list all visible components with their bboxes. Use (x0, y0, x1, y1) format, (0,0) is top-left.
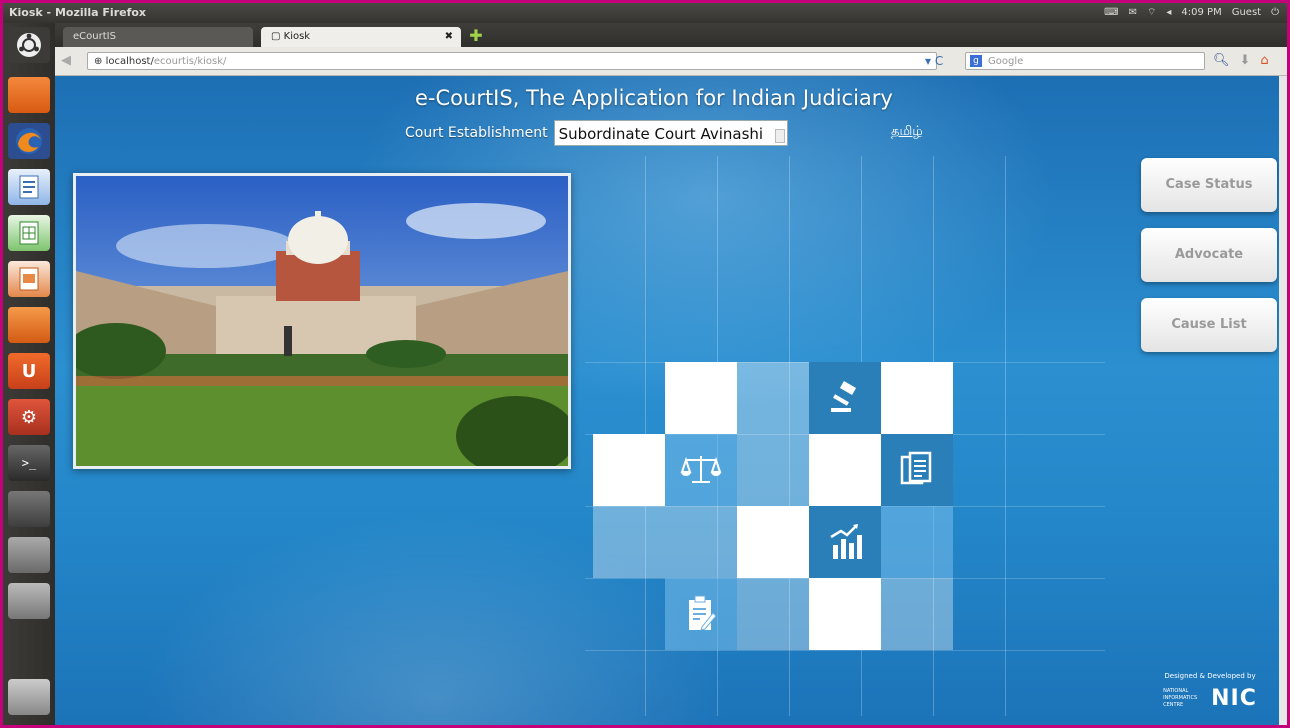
impress-icon[interactable] (8, 261, 50, 297)
terminal-icon[interactable]: >_ (8, 445, 50, 481)
tile (665, 362, 737, 434)
search-input[interactable]: g Google (965, 52, 1205, 70)
search-engine-icon[interactable]: g (970, 55, 982, 67)
chart-icon (830, 524, 862, 559)
tile (593, 434, 665, 506)
tile (593, 506, 665, 578)
close-icon[interactable]: ✖ (445, 27, 453, 47)
user-menu[interactable]: Guest (1232, 3, 1261, 23)
calc-icon[interactable] (8, 215, 50, 251)
reload-icon[interactable]: ▾ C (925, 52, 943, 70)
tile (881, 578, 953, 650)
credit-block: Designed & Developed by NATIONAL INFORMA… (1155, 672, 1265, 711)
tile (737, 434, 809, 506)
credit-org: NATIONAL INFORMATICS CENTRE (1163, 688, 1198, 708)
screen: Kiosk - Mozilla Firefox ⌨ ✉ ⌔ ◂ 4:09 PM … (3, 3, 1287, 725)
mail-icon[interactable]: ✉ (1129, 3, 1137, 23)
nav-bar: ◀ ⊕ localhost/ecourtis/kiosk/ ▾ C g Goog… (55, 47, 1287, 76)
court-select[interactable]: Subordinate Court Avinashi (553, 120, 788, 146)
documents-icon (900, 451, 932, 485)
tab-label: eCourtIS (73, 31, 116, 42)
cause-list-button[interactable]: Cause List (1141, 298, 1277, 352)
gavel-icon (831, 381, 857, 412)
ubuntu-icon[interactable] (8, 27, 50, 63)
tile-scales[interactable] (665, 434, 737, 506)
globe-icon: ⊕ (94, 56, 106, 67)
settings-icon[interactable]: ⚙ (8, 399, 50, 435)
clipboard-icon (689, 595, 716, 631)
window-title: Kiosk - Mozilla Firefox (9, 6, 147, 19)
nic-logo: NIC (1211, 686, 1257, 711)
page-title: e-CourtIS, The Application for Indian Ju… (415, 86, 893, 110)
url-host: localhost/ (105, 56, 154, 67)
tile (881, 362, 953, 434)
tile (809, 434, 881, 506)
supreme-court-photo (73, 173, 571, 469)
nav-icons: 🔍︎ ⬇ ⌂ (1213, 52, 1269, 70)
clock[interactable]: 4:09 PM (1181, 3, 1221, 23)
credit-line: Designed & Developed by (1164, 672, 1256, 680)
tile-documents[interactable] (881, 434, 953, 506)
trash-icon[interactable] (8, 679, 50, 715)
court-selector-row: Court Establishment Subordinate Court Av… (405, 119, 788, 147)
writer-icon[interactable] (8, 169, 50, 205)
top-panel: Kiosk - Mozilla Firefox ⌨ ✉ ⌔ ◂ 4:09 PM … (3, 3, 1287, 23)
firefox-icon[interactable] (8, 123, 50, 159)
launcher: U ⚙ >_ (3, 23, 55, 725)
tile-chart[interactable] (809, 506, 881, 578)
kiosk-page: e-CourtIS, The Application for Indian Ju… (55, 76, 1287, 725)
files-icon[interactable] (8, 77, 50, 113)
volume-icon[interactable]: ◂ (1166, 3, 1171, 23)
case-status-button[interactable]: Case Status (1141, 158, 1277, 212)
tab-strip: eCourtIS ▢ Kiosk ✖ ✚ (55, 23, 1287, 47)
tab-label: Kiosk (283, 31, 311, 42)
search-placeholder: Google (988, 56, 1024, 67)
tile (665, 506, 737, 578)
tile (881, 506, 953, 578)
scrollbar[interactable] (1279, 76, 1287, 725)
tab-kiosk[interactable]: ▢ Kiosk ✖ (261, 27, 461, 47)
new-tab-icon[interactable]: ✚ (467, 27, 485, 45)
tile (737, 578, 809, 650)
url-input[interactable]: ⊕ localhost/ecourtis/kiosk/ (87, 52, 937, 70)
tile (809, 578, 881, 650)
usb-icon[interactable] (8, 537, 50, 573)
tab-ecourtis[interactable]: eCourtIS (63, 27, 253, 47)
home-icon[interactable]: ⌂ (1260, 52, 1268, 70)
court-value: Subordinate Court Avinashi (558, 125, 764, 143)
software-center-icon[interactable] (8, 307, 50, 343)
keyboard-icon[interactable]: ⌨ (1104, 3, 1118, 23)
tile (737, 362, 809, 434)
language-link[interactable]: தமிழ் (891, 124, 923, 140)
system-monitor-icon[interactable] (8, 491, 50, 527)
tile (737, 506, 809, 578)
court-label: Court Establishment (405, 125, 548, 141)
tile-clipboard[interactable] (665, 578, 737, 650)
power-icon[interactable]: ⏻ (1271, 3, 1279, 23)
wifi-icon[interactable]: ⌔ (1147, 3, 1156, 23)
url-path: ecourtis/kiosk/ (153, 56, 227, 67)
search-icon[interactable]: 🔍︎ (1213, 52, 1230, 70)
back-icon[interactable]: ◀ (61, 52, 79, 70)
scales-icon (680, 456, 722, 483)
system-tray: ⌨ ✉ ⌔ ◂ 4:09 PM Guest ⏻ (1104, 3, 1279, 23)
ubuntu-one-icon[interactable]: U (8, 353, 50, 389)
chevron-down-icon[interactable] (774, 129, 785, 143)
page-icon: ▢ (271, 31, 284, 42)
advocate-button[interactable]: Advocate (1141, 228, 1277, 282)
download-icon[interactable]: ⬇ (1240, 52, 1251, 70)
tile-gavel[interactable] (809, 362, 881, 434)
scanner-icon[interactable] (8, 583, 50, 619)
